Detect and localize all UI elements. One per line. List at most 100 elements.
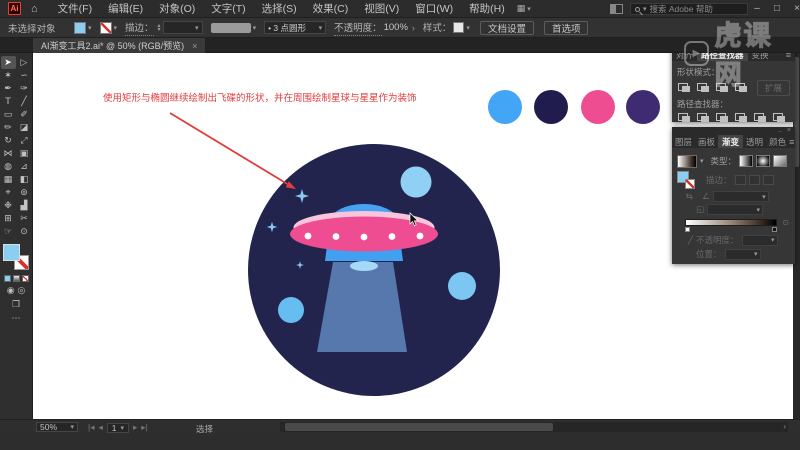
tool-magic-wand[interactable]: ✶ [1, 69, 16, 82]
gradient-ramp[interactable] [685, 219, 777, 226]
panel-menu-icon[interactable]: ≡ [789, 135, 798, 148]
tool-direct-selection[interactable]: ▷ [17, 56, 32, 69]
reverse-gradient-icon[interactable]: ⇆ [677, 191, 693, 202]
gradient-thumbnail[interactable] [677, 154, 697, 168]
opacity-value[interactable]: 100% [384, 22, 408, 33]
tool-blend[interactable]: ⊚ [17, 186, 32, 199]
tool-line-segment[interactable]: ╱ [17, 95, 32, 108]
menu-type[interactable]: 文字(T) [203, 0, 253, 18]
arrange-documents-button[interactable] [610, 4, 623, 14]
horizontal-scrollbar[interactable]: › [280, 422, 788, 432]
eyedropper-icon[interactable]: ╱ [677, 235, 693, 246]
tool-curvature[interactable]: ✑ [17, 82, 32, 95]
maximize-button[interactable]: □ [770, 3, 784, 14]
tool-free-transform[interactable]: ▣ [17, 147, 32, 160]
planet-bottom-left[interactable] [278, 297, 304, 323]
tool-shape-builder[interactable]: ◍ [1, 160, 16, 173]
tab-layers[interactable]: 图层 [672, 135, 695, 148]
gradient-location-dropdown[interactable]: ▾ [724, 248, 761, 260]
menu-view[interactable]: 视图(V) [356, 0, 407, 18]
palette-swatch-navy[interactable] [534, 90, 568, 124]
tool-column-graph[interactable]: ▟ [17, 199, 32, 212]
pathfinder-minus-back-button[interactable] [772, 112, 787, 124]
tool-hand[interactable]: ☞ [1, 225, 16, 238]
ufo-porthole[interactable] [388, 233, 396, 240]
tool-pencil[interactable]: ✏ [1, 121, 16, 134]
expand-button[interactable]: 扩展 [756, 80, 790, 96]
pathfinder-trim-button[interactable] [696, 112, 711, 124]
ufo-porthole[interactable] [416, 232, 424, 240]
tool-width[interactable]: ⋈ [1, 147, 16, 160]
tab-color[interactable]: 颜色 [766, 135, 789, 148]
previous-artboard-button[interactable]: ◂ [98, 422, 102, 433]
freeform-gradient-button[interactable] [773, 155, 788, 167]
document-setup-button[interactable]: 文档设置 [479, 20, 534, 35]
color-button[interactable] [3, 275, 11, 282]
menu-help[interactable]: 帮助(H) [461, 0, 513, 18]
gradient-opacity-dropdown[interactable]: ▾ [741, 234, 778, 246]
menu-select[interactable]: 选择(S) [254, 0, 305, 18]
next-artboard-button[interactable]: ▸ [133, 422, 137, 433]
pathfinder-divide-button[interactable] [677, 112, 692, 124]
document-tab[interactable]: AI渐变工具2.ai* @ 50% (RGB/预览) × [33, 38, 206, 53]
gradient-stop-start[interactable] [685, 227, 690, 232]
pathfinder-crop-button[interactable] [734, 112, 749, 124]
fill-proxy[interactable] [3, 244, 20, 261]
menu-effect[interactable]: 效果(C) [305, 0, 357, 18]
palette-swatch-blue[interactable] [488, 90, 522, 124]
shape-mode-exclude-button[interactable] [734, 82, 749, 94]
menu-edit[interactable]: 编辑(E) [100, 0, 151, 18]
tab-close-icon[interactable]: × [192, 41, 197, 51]
tab-transparency[interactable]: 透明 [743, 135, 766, 148]
tool-rotate[interactable]: ↻ [1, 134, 16, 147]
stroke-within-button[interactable] [734, 175, 746, 185]
ufo-porthole[interactable] [332, 233, 340, 240]
search-box[interactable]: ▾ 搜索 Adobe 帮助 [630, 3, 748, 15]
opacity-label[interactable]: 不透明度： [334, 20, 382, 36]
gradient-button[interactable] [12, 275, 20, 282]
fill-color-control[interactable]: ▾ [74, 21, 92, 34]
menu-object[interactable]: 对象(O) [151, 0, 203, 18]
tool-symbol-sprayer[interactable]: ❉ [1, 199, 16, 212]
palette-swatch-pink[interactable] [581, 90, 615, 124]
screen-mode-button[interactable]: ❐ [12, 300, 20, 310]
planet-top-right[interactable] [400, 166, 432, 198]
planet-right[interactable] [448, 272, 476, 300]
palette-swatch-purple[interactable] [626, 90, 660, 124]
annotate-icon[interactable]: ⊙ [782, 218, 789, 227]
stroke-weight-stepper[interactable]: ▴ ▾ [158, 23, 161, 33]
tab-artboards[interactable]: 画板 [695, 135, 718, 148]
stroke-along-button[interactable] [748, 175, 760, 185]
drawing-modes[interactable]: ◉ ◎ [7, 286, 26, 296]
shape-mode-intersect-button[interactable] [715, 82, 730, 94]
ufo-porthole[interactable] [360, 233, 368, 241]
pathfinder-outline-button[interactable] [753, 112, 768, 124]
zoom-level-dropdown[interactable]: 50% ▾ [36, 422, 78, 432]
pathfinder-merge-button[interactable] [715, 112, 730, 124]
tool-pen[interactable]: ✒ [1, 82, 16, 95]
tool-paintbrush[interactable]: ✐ [17, 108, 32, 121]
stroke-weight-label[interactable]: 描边： [125, 20, 154, 36]
tool-eraser[interactable]: ◪ [17, 121, 32, 134]
tool-rectangle[interactable]: ▭ [1, 108, 16, 121]
stroke-across-button[interactable] [762, 175, 774, 185]
ufo-porthole[interactable] [304, 232, 312, 240]
shape-mode-minus-front-button[interactable] [696, 82, 711, 94]
artboard-number-dropdown[interactable]: 1 ▾ [106, 422, 130, 433]
preferences-button[interactable]: 首选项 [543, 20, 589, 35]
close-button[interactable]: × [790, 3, 800, 14]
stroke-weight-dropdown[interactable]: ▾ [162, 21, 203, 34]
stroke-color-control[interactable]: ▾ [99, 21, 117, 34]
angle-dropdown[interactable]: ▾ [712, 191, 769, 202]
gradient-stop-end[interactable] [772, 227, 777, 232]
aspect-ratio-dropdown[interactable]: ▾ [707, 204, 764, 215]
tool-type[interactable]: T [1, 95, 16, 108]
fill-stroke-control[interactable] [3, 244, 29, 270]
tool-gradient[interactable]: ◧ [17, 173, 32, 186]
panel-close-icon[interactable]: × [787, 127, 791, 134]
tool-mesh[interactable]: ▦ [1, 173, 16, 186]
tool-selection[interactable]: ➤ [0, 56, 16, 69]
gradient-fill-stroke-control[interactable] [677, 171, 695, 189]
width-profile-dropdown[interactable]: ▾ [210, 22, 256, 33]
gradient-slider[interactable]: ⊙ [685, 218, 789, 232]
